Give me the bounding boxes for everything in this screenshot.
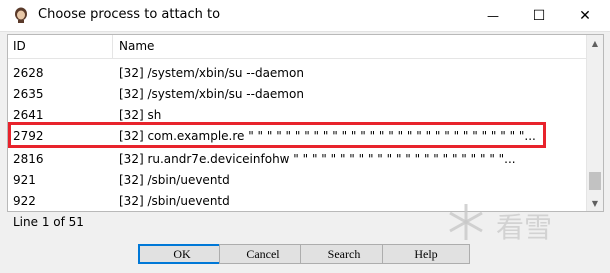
table-row[interactable]: 2628 [32] /system/xbin/su --daemon <box>8 63 586 84</box>
row-id: 2628 <box>13 66 44 80</box>
close-icon: ✕ <box>579 7 591 24</box>
column-header-id[interactable]: ID <box>13 39 26 53</box>
row-name: [32] /sbin/ueventd <box>119 194 230 208</box>
row-name: [32] /system/xbin/su --daemon <box>119 66 304 80</box>
column-separator[interactable] <box>112 35 113 58</box>
cancel-button[interactable]: Cancel <box>219 244 307 264</box>
row-name: [32] /system/xbin/su --daemon <box>119 87 304 101</box>
title-bar: Choose process to attach to — ☐ ✕ <box>0 0 610 32</box>
row-id: 2816 <box>13 152 44 166</box>
help-button[interactable]: Help <box>382 244 470 264</box>
scroll-down-arrow-icon[interactable]: ▼ <box>587 195 603 211</box>
maximize-icon: ☐ <box>532 7 546 24</box>
row-name: [32] com.example.re " " " " " " " " " " … <box>119 129 536 143</box>
list-header: ID Name <box>8 35 586 59</box>
search-button[interactable]: Search <box>300 244 388 264</box>
row-name: [32] /sbin/ueventd <box>119 173 230 187</box>
row-id: 2792 <box>13 129 44 143</box>
row-id: 2635 <box>13 87 44 101</box>
row-id: 921 <box>13 173 36 187</box>
table-row[interactable]: 2641 [32] sh <box>8 105 586 126</box>
row-id: 2641 <box>13 108 44 122</box>
maximize-button[interactable]: ☐ <box>516 0 562 31</box>
row-id: 922 <box>13 194 36 208</box>
process-list[interactable]: ID Name 2628 [32] /system/xbin/su --daem… <box>7 34 604 212</box>
line-count: Line 1 of 51 <box>13 215 84 229</box>
table-row-selected[interactable]: 2792 [32] com.example.re " " " " " " " "… <box>8 126 586 147</box>
row-name: [32] sh <box>119 108 162 122</box>
window-title: Choose process to attach to <box>38 7 221 22</box>
minimize-icon: — <box>487 8 499 23</box>
status-bar: Line 1 of 51 <box>7 211 602 233</box>
close-button[interactable]: ✕ <box>562 0 608 31</box>
table-row[interactable]: 922 [32] /sbin/ueventd <box>8 191 586 211</box>
scroll-up-arrow-icon[interactable]: ▲ <box>587 35 603 51</box>
row-name: [32] ru.andr7e.deviceinfohw " " " " " " … <box>119 152 516 166</box>
column-header-name[interactable]: Name <box>119 39 154 53</box>
table-row[interactable]: 921 [32] /sbin/ueventd <box>8 170 586 191</box>
table-row[interactable]: 2816 [32] ru.andr7e.deviceinfohw " " " "… <box>8 149 586 170</box>
app-icon <box>15 7 27 23</box>
ok-button[interactable]: OK <box>138 244 226 264</box>
table-row[interactable]: 2635 [32] /system/xbin/su --daemon <box>8 84 586 105</box>
scrollbar-thumb[interactable] <box>589 172 601 190</box>
vertical-scrollbar[interactable]: ▲ ▼ <box>586 35 603 211</box>
minimize-button[interactable]: — <box>470 0 516 31</box>
